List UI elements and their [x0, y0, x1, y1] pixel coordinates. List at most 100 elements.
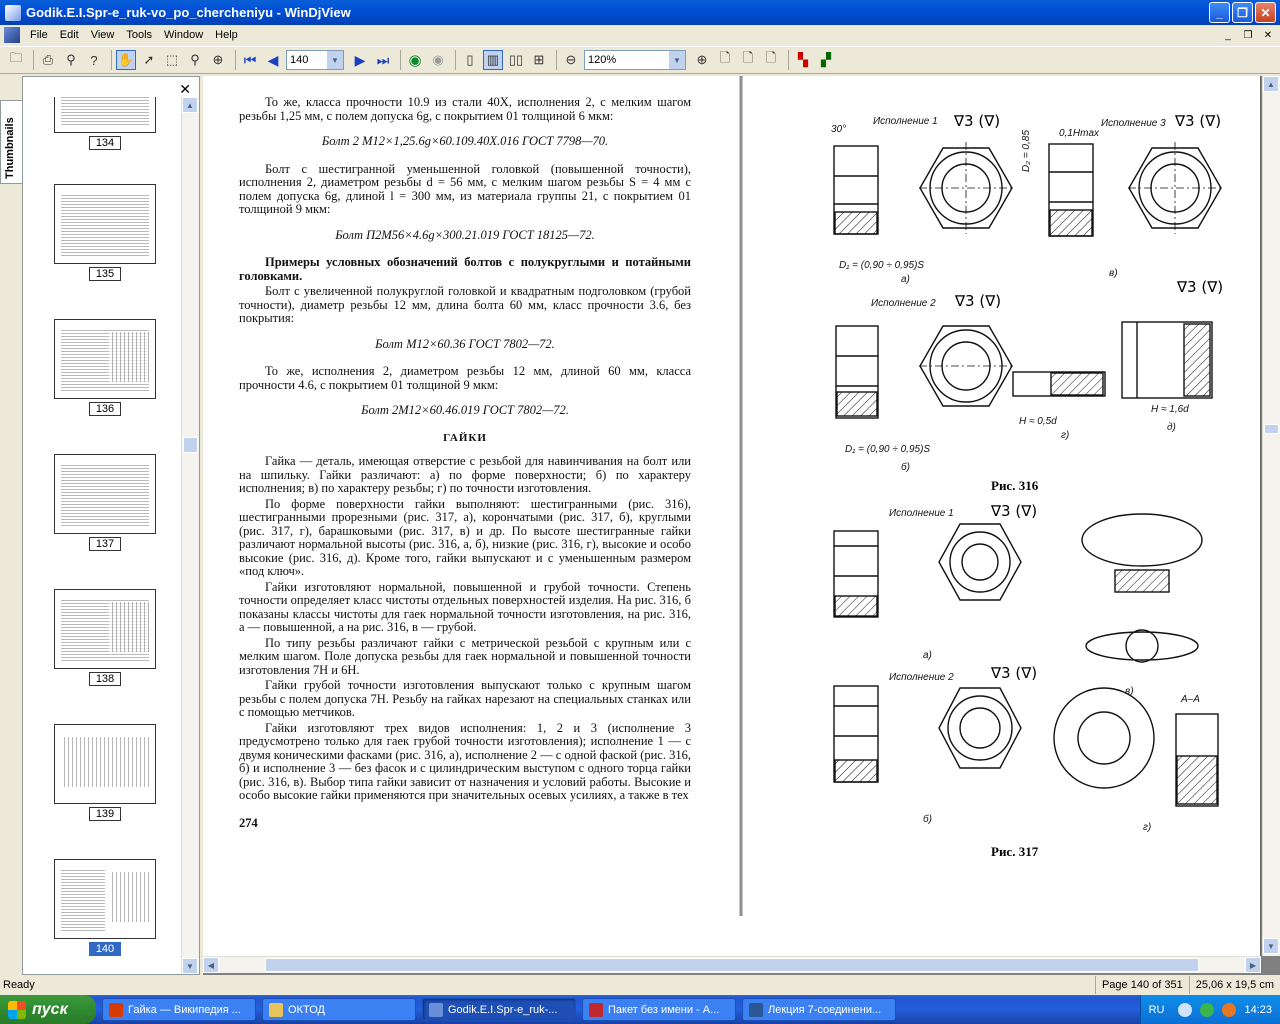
zoom-icon[interactable]: ⚲: [185, 50, 205, 70]
menu-window[interactable]: Window: [158, 29, 209, 41]
thumbnail-page[interactable]: [54, 454, 156, 534]
windjview-icon: [429, 1002, 443, 1017]
document-vertical-scrollbar[interactable]: ▲ ▼: [1262, 76, 1280, 956]
separator: [33, 50, 34, 70]
scroll-up-icon[interactable]: ▲: [1263, 76, 1279, 92]
thumbnail-137[interactable]: 137: [54, 454, 156, 551]
formula: Болт 2 М12×1,25.6g×60.109.40Х.016 ГОСТ 7…: [321, 134, 609, 148]
menu-file[interactable]: File: [24, 29, 54, 41]
menu-help[interactable]: Help: [209, 29, 244, 41]
menu-tools[interactable]: Tools: [120, 29, 158, 41]
network-icon[interactable]: [1178, 1002, 1193, 1017]
back-icon[interactable]: ◉: [405, 50, 425, 70]
chevron-down-icon[interactable]: ▼: [327, 51, 343, 69]
thumbnail-135[interactable]: 135: [54, 184, 156, 281]
taskbar-item-folder[interactable]: ОКТОД: [262, 998, 416, 1021]
sub-figure-label: в): [1125, 686, 1134, 697]
continuous-page-icon[interactable]: ▥: [483, 50, 503, 70]
fit-width-icon[interactable]: 🗋: [738, 50, 758, 70]
scroll-right-icon[interactable]: ▶: [1245, 957, 1261, 973]
thumbnail-136[interactable]: 136: [54, 319, 156, 416]
thumbnail-page[interactable]: [54, 724, 156, 804]
thumbnail-139[interactable]: 139: [54, 724, 156, 821]
document-icon[interactable]: [4, 27, 20, 43]
sidebar-scrollbar[interactable]: ▲ ▼: [181, 97, 199, 974]
maximize-button[interactable]: ❐: [1232, 2, 1253, 23]
actual-size-icon[interactable]: 🗋: [761, 50, 781, 70]
thumbnail-138[interactable]: 138: [54, 589, 156, 686]
continuous-facing-icon[interactable]: ⊞: [529, 50, 549, 70]
thumbnail-page[interactable]: [54, 319, 156, 399]
zoom-combo[interactable]: 120% ▼: [584, 50, 686, 70]
figure-caption: Рис. 317: [991, 844, 1039, 859]
paragraph: Гайки грубой точности изготовления выпус…: [239, 678, 691, 719]
start-button[interactable]: пуск: [0, 995, 96, 1024]
thumbnails-tab[interactable]: Thumbnails: [0, 100, 22, 184]
fit-page-icon[interactable]: 🗋: [715, 50, 735, 70]
page-number-value: 140: [290, 54, 309, 66]
horizontal-scroll-thumb[interactable]: [265, 958, 1199, 972]
section-label: А–А: [1181, 694, 1200, 705]
drawing-label: Исполнение 2: [871, 298, 936, 309]
sidebar-scroll-thumb[interactable]: [183, 437, 198, 453]
next-page-icon[interactable]: ▶: [350, 50, 370, 70]
thumbnail-134[interactable]: 134: [54, 97, 156, 150]
scroll-left-icon[interactable]: ◀: [203, 957, 219, 973]
toolbar: 🗀 ⎙ ⚲ ? ✋ ➚ ⬚ ⚲ ⊕ ⏮ ◀ 140 ▼ ▶ ⏭ ◉ ◉ ▯ ▥ …: [0, 46, 1280, 74]
zoom-in-icon[interactable]: ⊕: [692, 50, 712, 70]
language-indicator[interactable]: RU: [1149, 1004, 1165, 1016]
separator: [235, 50, 236, 70]
page-size-indicator: 25,06 x 19,5 cm: [1188, 976, 1280, 994]
rect-select-icon[interactable]: ⬚: [162, 50, 182, 70]
taskbar-item-browser[interactable]: Гайка — Википедия ...: [102, 998, 256, 1021]
page-number: 274: [239, 815, 258, 830]
close-icon[interactable]: ✕: [179, 81, 191, 98]
start-label: пуск: [32, 1000, 68, 1018]
figure-caption: Рис. 316: [991, 478, 1039, 493]
taskbar-item-ole[interactable]: Пакет без имени - А...: [582, 998, 736, 1021]
thumbnail-page[interactable]: [54, 859, 156, 939]
menu-edit[interactable]: Edit: [54, 29, 85, 41]
page-number-combo[interactable]: 140 ▼: [286, 50, 344, 70]
scroll-down-icon[interactable]: ▼: [1263, 938, 1279, 954]
thumbnail-page[interactable]: [54, 184, 156, 264]
find-icon[interactable]: ⚲: [61, 50, 81, 70]
security-icon[interactable]: [1200, 1002, 1215, 1017]
windjview-app-icon[interactable]: [5, 4, 21, 21]
document-scroll-thumb[interactable]: [1264, 424, 1279, 434]
chevron-down-icon[interactable]: ▼: [669, 51, 685, 69]
scroll-down-icon[interactable]: ▼: [182, 958, 198, 974]
first-page-icon[interactable]: ⏮: [240, 50, 260, 70]
print-icon[interactable]: ⎙: [38, 50, 58, 70]
document-viewer[interactable]: То же, класса прочности 10.9 из стали 40…: [203, 76, 1280, 975]
document-horizontal-scrollbar[interactable]: ◀ ▶: [203, 956, 1261, 973]
sub-figure-label: д): [1167, 422, 1176, 433]
last-page-icon[interactable]: ⏭: [373, 50, 393, 70]
clock[interactable]: 14:23: [1244, 1004, 1272, 1016]
mdi-restore-button[interactable]: ❐: [1240, 27, 1256, 43]
taskbar-item-windjview[interactable]: Godik.E.I.Spr-e_ruk-...: [422, 998, 576, 1021]
hand-tool-icon[interactable]: ✋: [116, 50, 136, 70]
display-mode-icon[interactable]: ▚: [793, 50, 813, 70]
taskbar-item-word[interactable]: Лекция 7-соединени...: [742, 998, 896, 1021]
thumbnail-page[interactable]: [54, 589, 156, 669]
select-tool-icon[interactable]: ➚: [139, 50, 159, 70]
mdi-close-button[interactable]: ✕: [1260, 27, 1276, 43]
thumbnail-page[interactable]: [54, 97, 156, 133]
menu-view[interactable]: View: [85, 29, 121, 41]
mdi-minimize-button[interactable]: _: [1220, 27, 1236, 43]
update-icon[interactable]: [1222, 1002, 1237, 1017]
zoom-out-icon[interactable]: ⊖: [561, 50, 581, 70]
facing-pages-icon[interactable]: ▯▯: [506, 50, 526, 70]
close-button[interactable]: ✕: [1255, 2, 1276, 23]
prev-page-icon[interactable]: ◀: [263, 50, 283, 70]
forward-icon[interactable]: ◉: [428, 50, 448, 70]
help-icon[interactable]: ?: [84, 50, 104, 70]
scroll-up-icon[interactable]: ▲: [182, 97, 198, 113]
zoom-rect-icon[interactable]: ⊕: [208, 50, 228, 70]
open-folder-icon[interactable]: 🗀: [6, 50, 26, 70]
display-mode-2-icon[interactable]: ▞: [816, 50, 836, 70]
single-page-icon[interactable]: ▯: [460, 50, 480, 70]
thumbnail-140[interactable]: 140: [54, 859, 156, 956]
minimize-button[interactable]: _: [1209, 2, 1230, 23]
